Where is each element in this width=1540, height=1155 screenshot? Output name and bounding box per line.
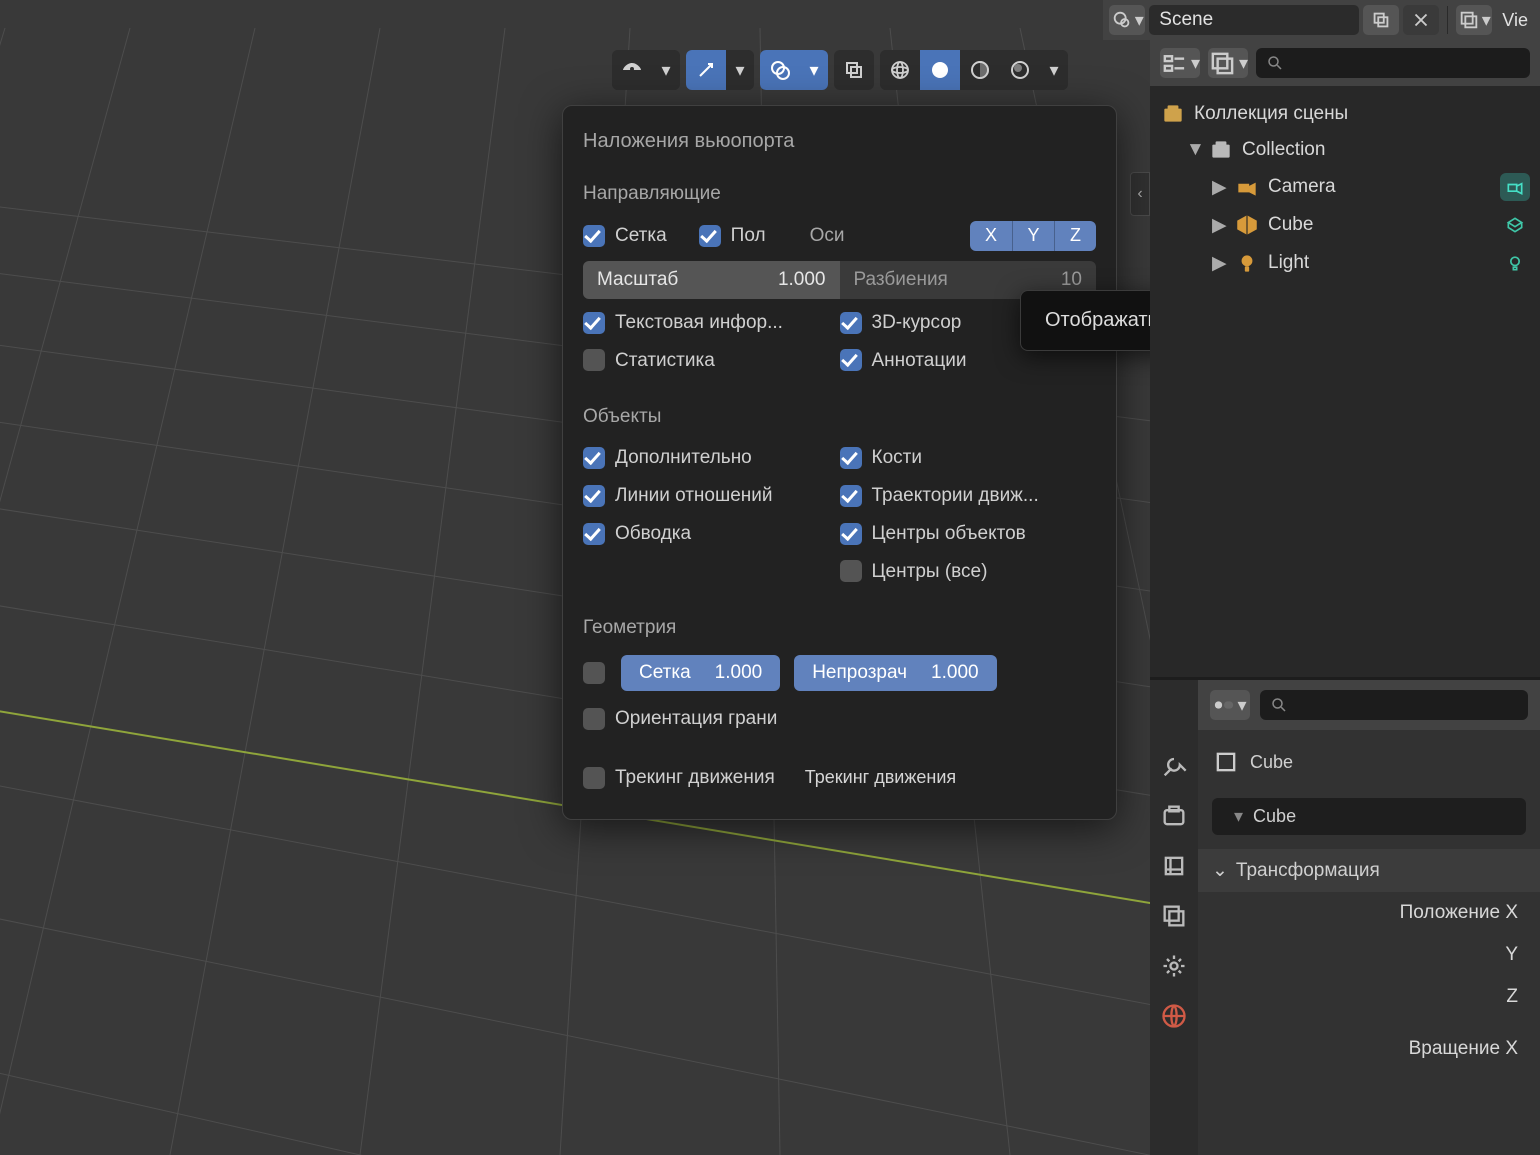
overlay-toggle-button[interactable] — [760, 50, 800, 90]
text-info-checkbox[interactable]: Текстовая инфор... — [583, 307, 840, 339]
face-orientation-checkbox[interactable]: Ориентация грани — [583, 703, 777, 735]
axis-y-button[interactable]: Y — [1012, 221, 1054, 251]
properties-search-input[interactable] — [1260, 690, 1528, 720]
light-icon — [1234, 250, 1260, 276]
shading-wireframe-button[interactable] — [880, 50, 920, 90]
mesh-data-icon[interactable] — [1500, 211, 1530, 239]
tree-camera[interactable]: ▶ Camera — [1154, 168, 1536, 206]
xray-toggle-button[interactable] — [834, 50, 874, 90]
disclosure-triangle-icon[interactable]: ▶ — [1212, 176, 1226, 199]
axis-x-button[interactable]: X — [970, 221, 1012, 251]
geometry-opacity-field[interactable]: Непрозрач1.000 — [794, 655, 996, 691]
objects-section-label: Объекты — [573, 378, 1106, 440]
output-tab-icon[interactable] — [1160, 852, 1188, 880]
extras-checkbox[interactable]: Дополнительно — [583, 442, 840, 474]
view-visibility-button[interactable] — [612, 50, 652, 90]
object-centers-checkbox[interactable]: Центры объектов — [840, 518, 1097, 550]
tool-tab-icon[interactable] — [1160, 752, 1188, 780]
view-visibility-dropdown[interactable]: ▾ — [652, 50, 680, 90]
gizmo-toggle-button[interactable] — [686, 50, 726, 90]
tree-collection[interactable]: ▼ Collection — [1154, 132, 1536, 168]
right-pane: ▾ ▾ Коллекция сцены ▼ Collection ▶ Camer… — [1150, 40, 1540, 1155]
camera-data-icon[interactable] — [1500, 173, 1530, 201]
scene-browse-button[interactable]: ▾ — [1109, 5, 1145, 35]
floor-checkbox[interactable]: Пол — [699, 220, 766, 252]
camera-icon — [1234, 174, 1260, 200]
overlay-popover: Наложения вьюопорта Направляющие Сетка П… — [562, 105, 1117, 820]
location-x-row[interactable]: Положение X — [1198, 892, 1540, 934]
properties-breadcrumb: Cube — [1198, 730, 1540, 794]
motion-paths-checkbox[interactable]: Траектории движ... — [840, 480, 1097, 512]
tree-scene-collection[interactable]: Коллекция сцены — [1154, 96, 1536, 132]
viewport-toolbar: ▾ ▾ ▾ ▾ — [612, 50, 1068, 90]
top-bar: ▾ Scene ▾ Vie — [1103, 0, 1540, 40]
location-z-row[interactable]: Z — [1198, 976, 1540, 1018]
disclosure-triangle-icon[interactable]: ▼ — [1186, 139, 1200, 161]
disclosure-triangle-icon[interactable]: ▶ — [1212, 214, 1226, 237]
motion-tracking-checkbox[interactable]: Трекинг движения — [583, 762, 775, 794]
grid-scale-row: Масштаб1.000 Разбиения10 — [583, 261, 1096, 299]
geometry-wire-checkbox[interactable] — [583, 662, 605, 684]
tree-cube[interactable]: ▶ Cube — [1154, 206, 1536, 244]
outliner: ▾ ▾ Коллекция сцены ▼ Collection ▶ Camer… — [1150, 40, 1540, 680]
world-tab-icon[interactable] — [1160, 1002, 1188, 1030]
scene-name-field[interactable]: Scene — [1149, 5, 1359, 35]
overlay-dropdown[interactable]: ▾ — [800, 50, 828, 90]
bones-checkbox[interactable]: Кости — [840, 442, 1097, 474]
location-y-row[interactable]: Y — [1198, 934, 1540, 976]
viewlayer-browse-button[interactable]: ▾ — [1456, 5, 1492, 35]
mesh-icon — [1234, 212, 1260, 238]
search-icon — [1266, 54, 1284, 72]
properties-editor-type-button[interactable]: ▾ — [1210, 690, 1250, 720]
properties-panel: ▾ Cube ▾ Cube ⌄ Трансформация Положение … — [1150, 680, 1540, 1155]
all-centers-checkbox[interactable]: Центры (все) — [840, 556, 1097, 588]
shading-dropdown[interactable]: ▾ — [1040, 50, 1068, 90]
axes-label: Оси — [810, 225, 845, 247]
tree-light[interactable]: ▶ Light — [1154, 244, 1536, 282]
properties-tabs — [1150, 680, 1198, 1155]
scene-delete-button[interactable] — [1403, 5, 1439, 35]
geometry-wire-field[interactable]: Сетка1.000 — [621, 655, 780, 691]
collection-icon — [1160, 101, 1186, 127]
object-name-field[interactable]: ▾ Cube — [1212, 798, 1526, 835]
shading-matprev-button[interactable] — [960, 50, 1000, 90]
properties-header: ▾ — [1198, 680, 1540, 730]
axis-toggle-group: X Y Z — [970, 221, 1096, 251]
shading-rendered-button[interactable] — [1000, 50, 1040, 90]
guides-section-label: Направляющие — [573, 173, 1106, 217]
motion-tracking-label: Трекинг движения — [805, 767, 956, 788]
gizmo-dropdown[interactable]: ▾ — [726, 50, 754, 90]
shading-solid-button[interactable] — [920, 50, 960, 90]
grid-checkbox[interactable]: Сетка — [583, 220, 667, 252]
axis-z-button[interactable]: Z — [1054, 221, 1096, 251]
render-tab-icon[interactable] — [1160, 802, 1188, 830]
viewlayer-tab-icon[interactable] — [1160, 902, 1188, 930]
statistics-checkbox[interactable]: Статистика — [583, 345, 840, 377]
relation-lines-checkbox[interactable]: Линии отношений — [583, 480, 840, 512]
outliner-editor-type-button[interactable]: ▾ — [1160, 48, 1200, 78]
viewport-side-toggle[interactable]: ‹ — [1130, 172, 1150, 216]
object-icon — [1212, 748, 1240, 776]
disclosure-triangle-icon[interactable]: ▶ — [1212, 252, 1226, 275]
light-data-icon[interactable] — [1500, 249, 1530, 277]
scene-copy-button[interactable] — [1363, 5, 1399, 35]
geometry-section-label: Геометрия — [573, 589, 1106, 651]
overlay-popover-title: Наложения вьюопорта — [573, 114, 1106, 173]
search-icon — [1270, 696, 1288, 714]
outliner-search-input[interactable] — [1256, 48, 1530, 78]
outliner-tree[interactable]: Коллекция сцены ▼ Collection ▶ Camera ▶ … — [1150, 86, 1540, 292]
chevron-down-icon: ⌄ — [1212, 859, 1228, 882]
breadcrumb-name: Cube — [1250, 752, 1293, 773]
scene-tab-icon[interactable] — [1160, 952, 1188, 980]
outliner-header: ▾ ▾ — [1150, 40, 1540, 86]
outliner-display-mode-button[interactable]: ▾ — [1208, 48, 1248, 78]
collection-icon — [1208, 137, 1234, 163]
viewlayer-label: Vie — [1496, 10, 1534, 31]
grid-scale-field[interactable]: Масштаб1.000 — [583, 261, 840, 299]
rotation-x-row[interactable]: Вращение X — [1198, 1018, 1540, 1070]
transform-panel-header[interactable]: ⌄ Трансформация — [1198, 849, 1540, 892]
outline-checkbox[interactable]: Обводка — [583, 518, 840, 550]
